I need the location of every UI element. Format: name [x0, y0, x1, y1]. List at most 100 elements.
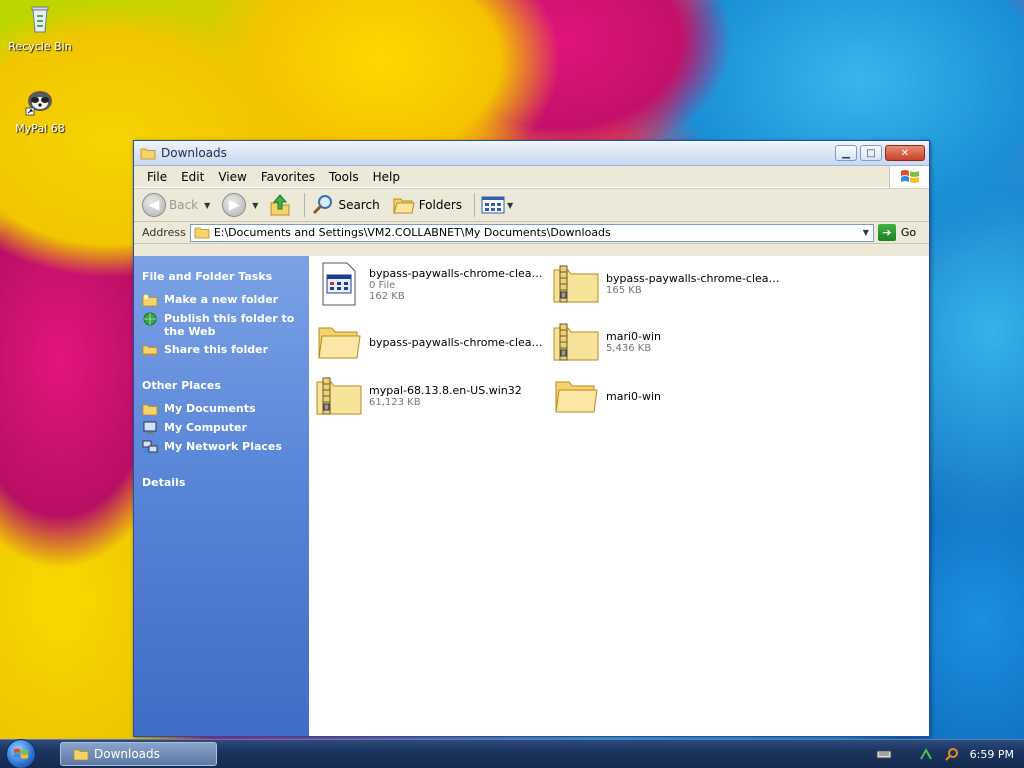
file-size: 61,123 KB — [369, 397, 421, 408]
file-icon — [322, 262, 356, 306]
windows-flag-icon — [14, 748, 28, 759]
address-label: Address — [142, 226, 186, 239]
maximize-icon: □ — [866, 147, 876, 159]
desktop-icon-mypal[interactable]: MyPal 68 — [5, 84, 75, 135]
desktop-icon-label: Recycle Bin — [8, 40, 72, 53]
network-icon[interactable] — [918, 747, 934, 761]
clock[interactable]: 6:59 PM — [970, 748, 1014, 761]
folder-icon — [555, 381, 598, 413]
file-name: bypass-paywalls-chrome-clean-3.... — [369, 266, 549, 280]
folder-icon — [194, 227, 210, 239]
folders-icon — [393, 198, 415, 214]
search-icon[interactable] — [944, 747, 960, 761]
windows-flag-icon — [900, 170, 919, 183]
folders-button[interactable]: Folders — [392, 194, 462, 216]
search-button[interactable]: Search — [311, 193, 380, 217]
folder-icon — [318, 327, 361, 359]
window-title: Downloads — [161, 146, 227, 160]
zip-folder-icon — [316, 377, 362, 415]
file-item[interactable]: bypass-paywalls-chrome-clean-v... 165 KB — [552, 262, 788, 306]
place-my-computer[interactable]: My Computer — [142, 421, 309, 435]
file-item[interactable]: bypass-paywalls-chrome-clean-v... — [315, 320, 551, 364]
back-arrow-icon: ◀ — [142, 193, 166, 217]
task-label: Make a new folder — [164, 293, 279, 306]
content-area: File and Folder Tasks Make a new folder … — [134, 256, 929, 736]
place-my-network-places[interactable]: My Network Places — [142, 440, 309, 454]
up-button[interactable] — [268, 193, 292, 217]
forward-button[interactable]: ▶ ▼ — [222, 193, 258, 217]
place-my-documents[interactable]: My Documents — [142, 402, 309, 416]
task-label: Share this folder — [164, 343, 269, 356]
menu-favorites[interactable]: Favorites — [254, 168, 322, 186]
start-button[interactable] — [6, 739, 36, 768]
title-bar[interactable]: Downloads ▁ □ ✕ — [134, 141, 929, 166]
file-item[interactable]: bypass-paywalls-chrome-clean-3.... 0 Fil… — [315, 262, 551, 306]
file-item[interactable]: mypal-68.13.8.en-US.win32 61,123 KB — [315, 374, 551, 418]
file-item[interactable]: mari0-win 5,436 KB — [552, 320, 788, 364]
section-title[interactable]: Other Places — [142, 379, 309, 392]
task-publish-folder[interactable]: Publish this folder to the Web — [142, 312, 309, 338]
forward-arrow-icon: ▶ — [222, 193, 247, 217]
file-size: 5,436 KB — [606, 343, 652, 354]
share-folder-icon — [142, 345, 158, 357]
chevron-down-icon[interactable]: ▼ — [252, 201, 258, 210]
recycle-bin-icon — [31, 6, 49, 33]
new-folder-icon — [142, 294, 158, 307]
zip-folder-icon — [553, 265, 599, 303]
section-title[interactable]: File and Folder Tasks — [142, 270, 309, 283]
close-icon: ✕ — [900, 147, 910, 159]
address-input[interactable]: E:\Documents and Settings\VM2.COLLABNET\… — [189, 223, 874, 242]
close-button[interactable]: ✕ — [885, 145, 925, 161]
file-item[interactable]: mari0-win — [552, 374, 788, 418]
minimize-button[interactable]: ▁ — [835, 145, 857, 161]
file-name: bypass-paywalls-chrome-clean-v... — [606, 272, 786, 285]
place-label: My Network Places — [164, 440, 282, 453]
task-pane: File and Folder Tasks Make a new folder … — [134, 256, 309, 736]
menu-tools[interactable]: Tools — [322, 168, 366, 186]
go-label: Go — [900, 226, 917, 239]
folder-icon — [73, 749, 89, 760]
chevron-down-icon[interactable]: ▼ — [204, 201, 210, 210]
mypal-icon — [25, 91, 52, 116]
menu-file[interactable]: File — [140, 168, 174, 186]
menu-view[interactable]: View — [211, 168, 253, 186]
other-places-section: Other Places My Documents My Computer My… — [140, 379, 309, 454]
globe-publish-icon — [143, 312, 157, 326]
file-size: 165 KB — [606, 285, 642, 296]
taskbar-button-downloads[interactable]: Downloads — [60, 742, 217, 766]
chevron-down-icon[interactable]: ▼ — [859, 228, 873, 237]
back-button[interactable]: ◀ Back ▼ — [142, 193, 210, 217]
folder-up-icon — [270, 194, 290, 216]
task-share-folder[interactable]: Share this folder — [142, 343, 309, 357]
menu-help[interactable]: Help — [366, 168, 407, 186]
back-label: Back — [169, 198, 199, 212]
chevron-down-icon: ▼ — [507, 200, 514, 210]
maximize-button[interactable]: □ — [860, 145, 882, 161]
views-button[interactable]: ▼ — [481, 195, 513, 215]
toolbar-separator — [474, 193, 476, 217]
file-name: mari0-win — [606, 330, 662, 343]
file-size: 162 KB — [369, 290, 405, 302]
place-label: My Documents — [164, 402, 256, 415]
explorer-window: Downloads ▁ □ ✕ File Edit View Favorites… — [133, 140, 930, 737]
taskbar-button-label: Downloads — [94, 747, 160, 761]
file-name: mypal-68.13.8.en-US.win32 — [369, 384, 522, 397]
desktop-icon-recycle-bin[interactable]: Recycle Bin — [5, 2, 75, 53]
search-label: Search — [338, 198, 380, 212]
windows-logo — [889, 166, 929, 188]
search-icon — [313, 195, 333, 215]
my-documents-icon — [142, 404, 158, 416]
folder-icon — [140, 148, 156, 160]
toolbar: ◀ Back ▼ ▶ ▼ Search Folders ▼ — [134, 188, 929, 222]
section-title[interactable]: Details — [142, 476, 309, 489]
task-make-new-folder[interactable]: Make a new folder — [142, 293, 309, 307]
go-button[interactable]: ➔ Go — [877, 224, 917, 241]
desktop-icon-label: MyPal 68 — [15, 122, 65, 135]
file-type: 0 File — [369, 279, 396, 291]
menu-edit[interactable]: Edit — [174, 168, 211, 186]
menu-bar: File Edit View Favorites Tools Help — [134, 166, 929, 188]
toolbar-separator — [304, 193, 306, 217]
minimize-icon: ▁ — [842, 147, 850, 159]
system-tray: 6:59 PM — [866, 740, 1024, 768]
keyboard-icon[interactable] — [876, 747, 892, 761]
